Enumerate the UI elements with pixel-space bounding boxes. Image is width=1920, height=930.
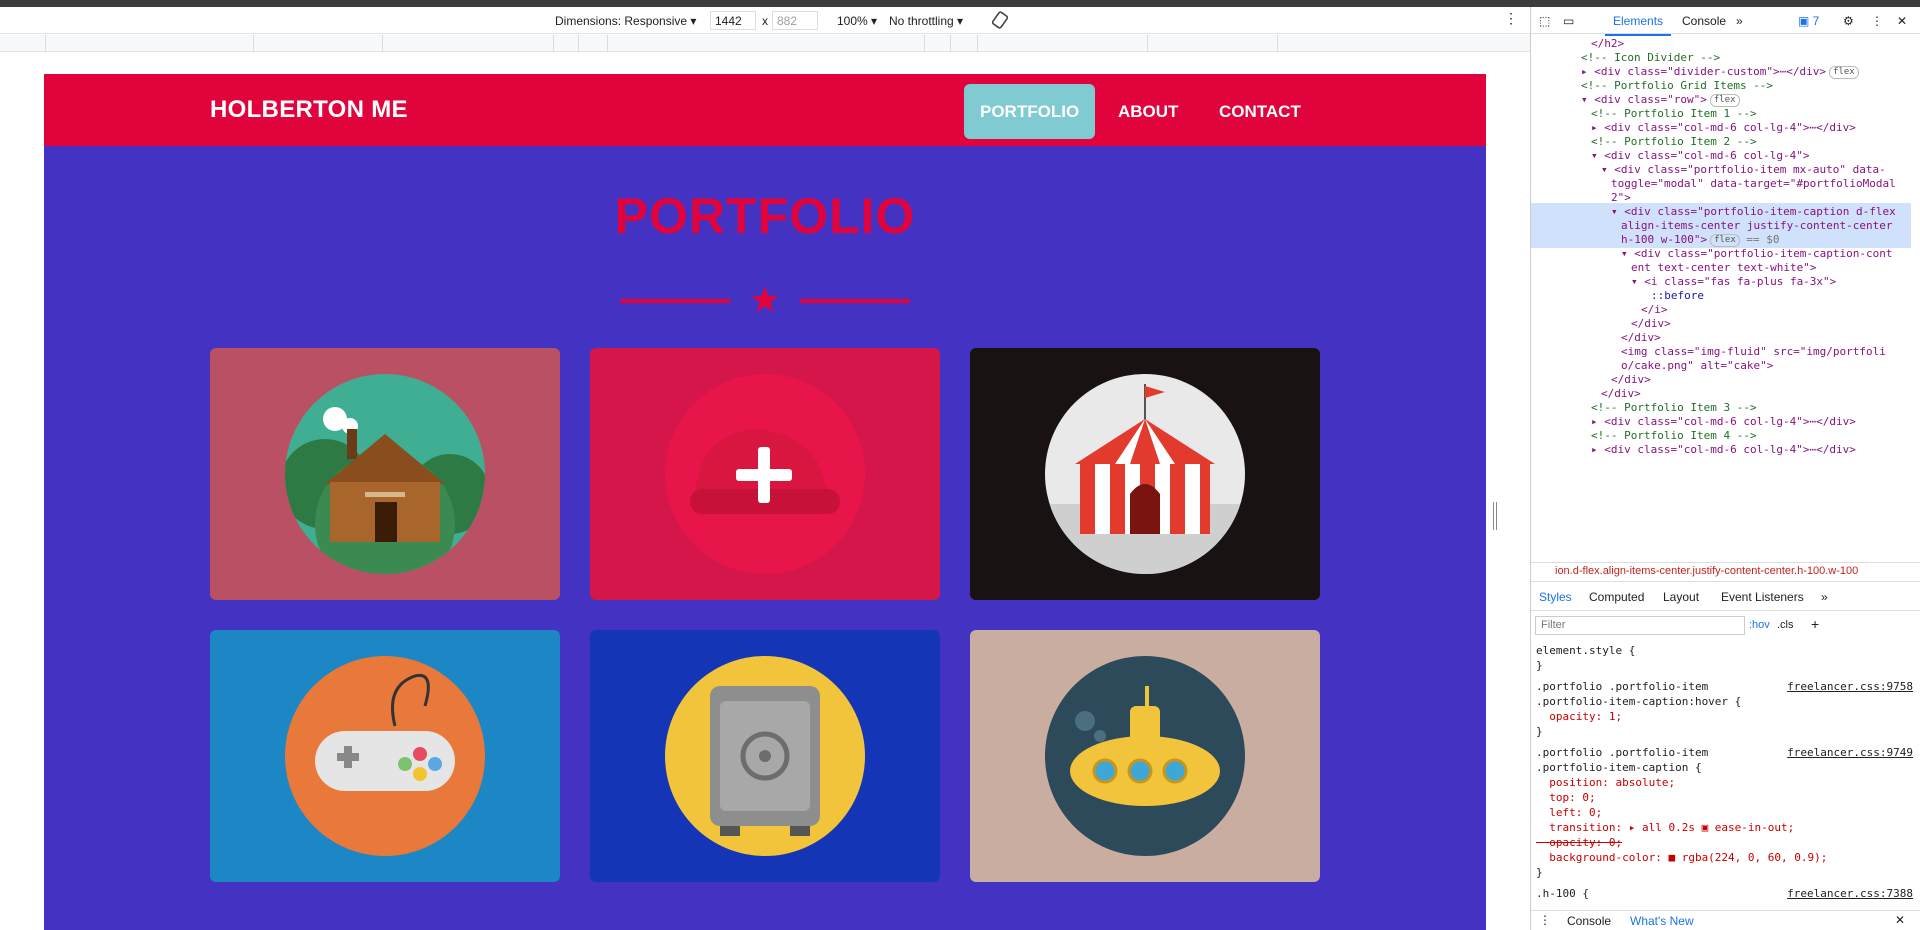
css-declaration[interactable]: }: [1536, 658, 1906, 673]
divider-line-right: [800, 299, 910, 303]
submarine-icon: [1045, 656, 1245, 856]
tab-event-listeners[interactable]: Event Listeners: [1721, 590, 1804, 604]
plus-icon: [736, 447, 792, 503]
css-declaration[interactable]: top: 0;: [1536, 790, 1906, 805]
game-controller-icon: [285, 656, 485, 856]
nav-contact[interactable]: CONTACT: [1203, 84, 1317, 139]
hov-toggle[interactable]: :hov: [1749, 619, 1770, 631]
website-page: HOLBERTON ME PORTFOLIO ABOUT CONTACT POR…: [44, 74, 1486, 930]
styles-rules[interactable]: element.style {} .portfolio .portfolio-it…: [1531, 639, 1920, 904]
icon-divider: ★: [620, 282, 910, 322]
width-input[interactable]: 1442: [710, 11, 756, 30]
drawer-menu-icon[interactable]: ⋮: [1539, 913, 1551, 927]
nav-about[interactable]: ABOUT: [1102, 84, 1194, 139]
tab-styles[interactable]: Styles: [1539, 590, 1572, 604]
css-declaration[interactable]: opacity: 0;: [1536, 835, 1906, 850]
star-icon: ★: [748, 279, 782, 320]
css-selector[interactable]: element.style {: [1536, 643, 1906, 658]
tab-elements[interactable]: Elements: [1604, 14, 1672, 36]
css-source-link[interactable]: freelancer.css:9749: [1787, 745, 1913, 760]
portfolio-item-circus[interactable]: [970, 348, 1320, 600]
zoom-dropdown[interactable]: 100% ▾: [837, 14, 877, 28]
nav-portfolio[interactable]: PORTFOLIO: [964, 84, 1096, 139]
viewport-resize-handle[interactable]: [1493, 502, 1497, 530]
rotate-icon[interactable]: [990, 10, 1010, 33]
issues-badge[interactable]: ▣ 7: [1798, 14, 1819, 28]
drawer-tab-whats-new[interactable]: What's New: [1630, 914, 1694, 928]
close-drawer-icon[interactable]: ✕: [1895, 913, 1905, 927]
css-source-link[interactable]: freelancer.css:7388: [1787, 886, 1913, 901]
window-top-strip: [0, 0, 1920, 7]
tab-layout[interactable]: Layout: [1663, 590, 1699, 604]
more-style-tabs-icon[interactable]: »: [1821, 590, 1828, 604]
brand-logo[interactable]: HOLBERTON ME: [210, 96, 408, 124]
drawer-tabs: ⋮ Console What's New ✕: [1531, 910, 1920, 930]
portfolio-item-submarine[interactable]: [970, 630, 1320, 882]
css-declaration[interactable]: opacity: 1;: [1536, 709, 1906, 724]
devtools-panel: ⬚ ▭ Elements Console » ▣ 7 ⚙ ⋮ ✕ </h2> <!…: [1530, 7, 1920, 930]
dimension-separator: x: [762, 14, 768, 28]
breadcrumb[interactable]: ion.d-flex.align-items-center.justify-co…: [1531, 562, 1920, 582]
devtools-main-tabs: ⬚ ▭ Elements Console » ▣ 7 ⚙ ⋮ ✕: [1531, 7, 1920, 36]
portfolio-item-cabin[interactable]: [210, 348, 560, 600]
cls-toggle[interactable]: .cls: [1777, 619, 1794, 631]
tab-console[interactable]: Console: [1682, 14, 1726, 28]
dom-tree[interactable]: </h2> <!-- Icon Divider --> ▸ <div class="…: [1531, 35, 1920, 547]
device-more-icon[interactable]: ⋮: [1504, 10, 1518, 27]
css-declaration[interactable]: background-color: ■ rgba(224, 0, 60, 0.9…: [1536, 850, 1906, 865]
device-toggle-icon[interactable]: ▭: [1563, 14, 1574, 28]
media-query-ruler: [0, 35, 1530, 52]
css-declaration[interactable]: }: [1536, 865, 1906, 880]
portfolio-item-safe[interactable]: [590, 630, 940, 882]
portfolio-item-cake[interactable]: [590, 348, 940, 600]
css-declaration[interactable]: left: 0;: [1536, 805, 1906, 820]
more-tabs-icon[interactable]: »: [1736, 14, 1743, 28]
css-source-link[interactable]: freelancer.css:9758: [1787, 679, 1913, 694]
styles-pane-tabs: Styles Computed Layout Event Listeners »: [1531, 583, 1920, 611]
settings-icon[interactable]: ⚙: [1843, 14, 1854, 28]
divider-line-left: [620, 299, 730, 303]
inspect-element-icon[interactable]: ⬚: [1539, 14, 1550, 28]
circus-tent-icon: [1045, 374, 1245, 574]
css-declaration[interactable]: position: absolute;: [1536, 775, 1906, 790]
dimensions-dropdown[interactable]: Dimensions: Responsive ▾: [555, 14, 696, 28]
safe-icon: [665, 656, 865, 856]
section-title: PORTFOLIO: [614, 188, 916, 244]
new-rule-icon[interactable]: +: [1811, 616, 1819, 632]
css-declaration[interactable]: transition: ▸ all 0.2s ▣ ease-in-out;: [1536, 820, 1906, 835]
close-devtools-icon[interactable]: ✕: [1897, 14, 1907, 28]
tab-computed[interactable]: Computed: [1589, 590, 1644, 604]
css-declaration[interactable]: height: 100% !important;: [1536, 901, 1906, 904]
browser-window: Dimensions: Responsive ▾ 1442 x 882 100%…: [0, 0, 1920, 930]
emulated-viewport: HOLBERTON ME PORTFOLIO ABOUT CONTACT POR…: [0, 52, 1506, 930]
styles-filter-input[interactable]: Filter: [1535, 616, 1745, 635]
dom-node[interactable]: ▸ <div class="col-md-6 col-lg-4">⋯</div>: [1531, 441, 1911, 458]
height-input[interactable]: 882: [772, 11, 818, 30]
portfolio-item-game[interactable]: [210, 630, 560, 882]
device-toolbar: Dimensions: Responsive ▾ 1442 x 882 100%…: [0, 7, 1530, 34]
devtools-more-icon[interactable]: ⋮: [1871, 14, 1883, 28]
throttling-dropdown[interactable]: No throttling ▾: [889, 14, 963, 28]
drawer-tab-console[interactable]: Console: [1567, 914, 1611, 928]
css-declaration[interactable]: }: [1536, 724, 1906, 739]
cabin-icon: [285, 374, 485, 574]
